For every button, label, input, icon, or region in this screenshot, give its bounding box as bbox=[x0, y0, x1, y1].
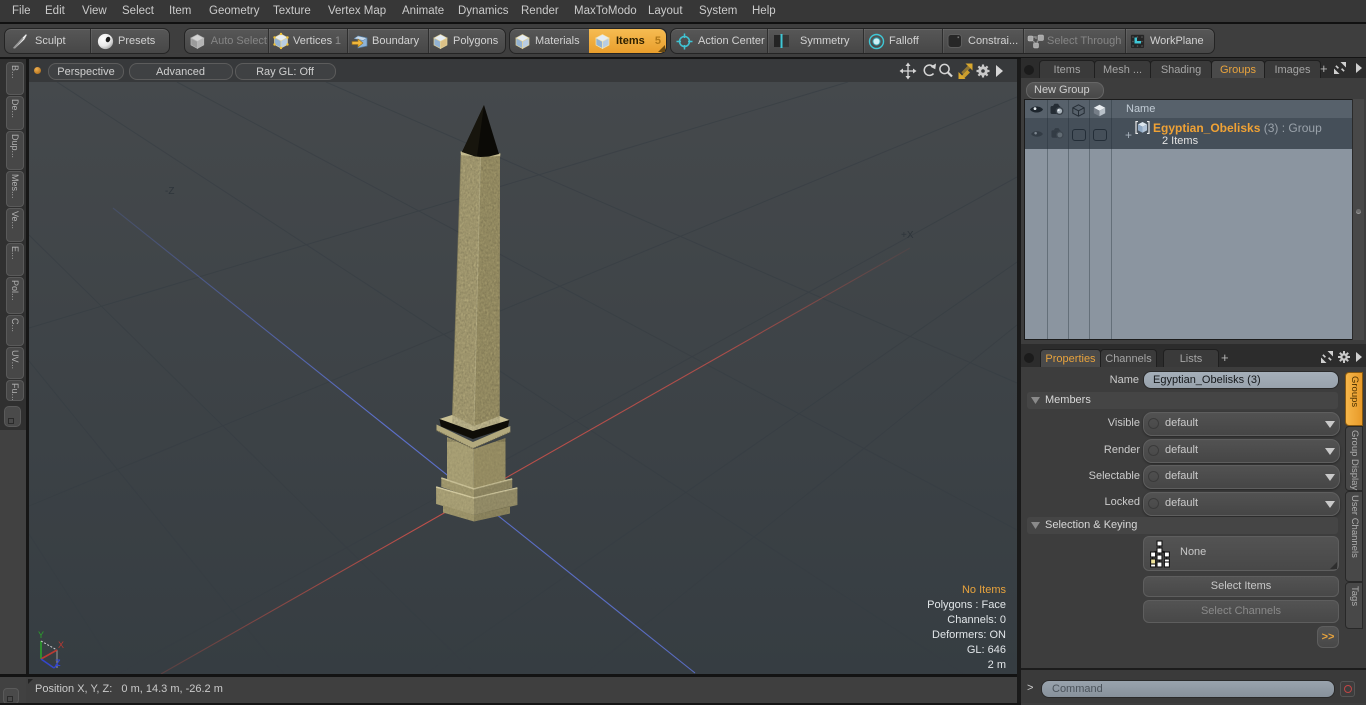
svg-text:X: X bbox=[58, 640, 64, 650]
svg-text:Polygons : Face: Polygons : Face bbox=[927, 599, 1006, 611]
svg-text:GL: 646: GL: 646 bbox=[967, 644, 1006, 656]
svg-text:+X: +X bbox=[901, 230, 914, 241]
svg-text:2 m: 2 m bbox=[988, 659, 1006, 671]
svg-text:Deformers: ON: Deformers: ON bbox=[932, 629, 1006, 641]
svg-text:Channels: 0: Channels: 0 bbox=[947, 614, 1006, 626]
svg-text:-Z: -Z bbox=[165, 186, 174, 197]
svg-text:Y: Y bbox=[38, 630, 44, 640]
svg-text:No Items: No Items bbox=[962, 584, 1007, 596]
svg-text:Z: Z bbox=[55, 658, 61, 668]
